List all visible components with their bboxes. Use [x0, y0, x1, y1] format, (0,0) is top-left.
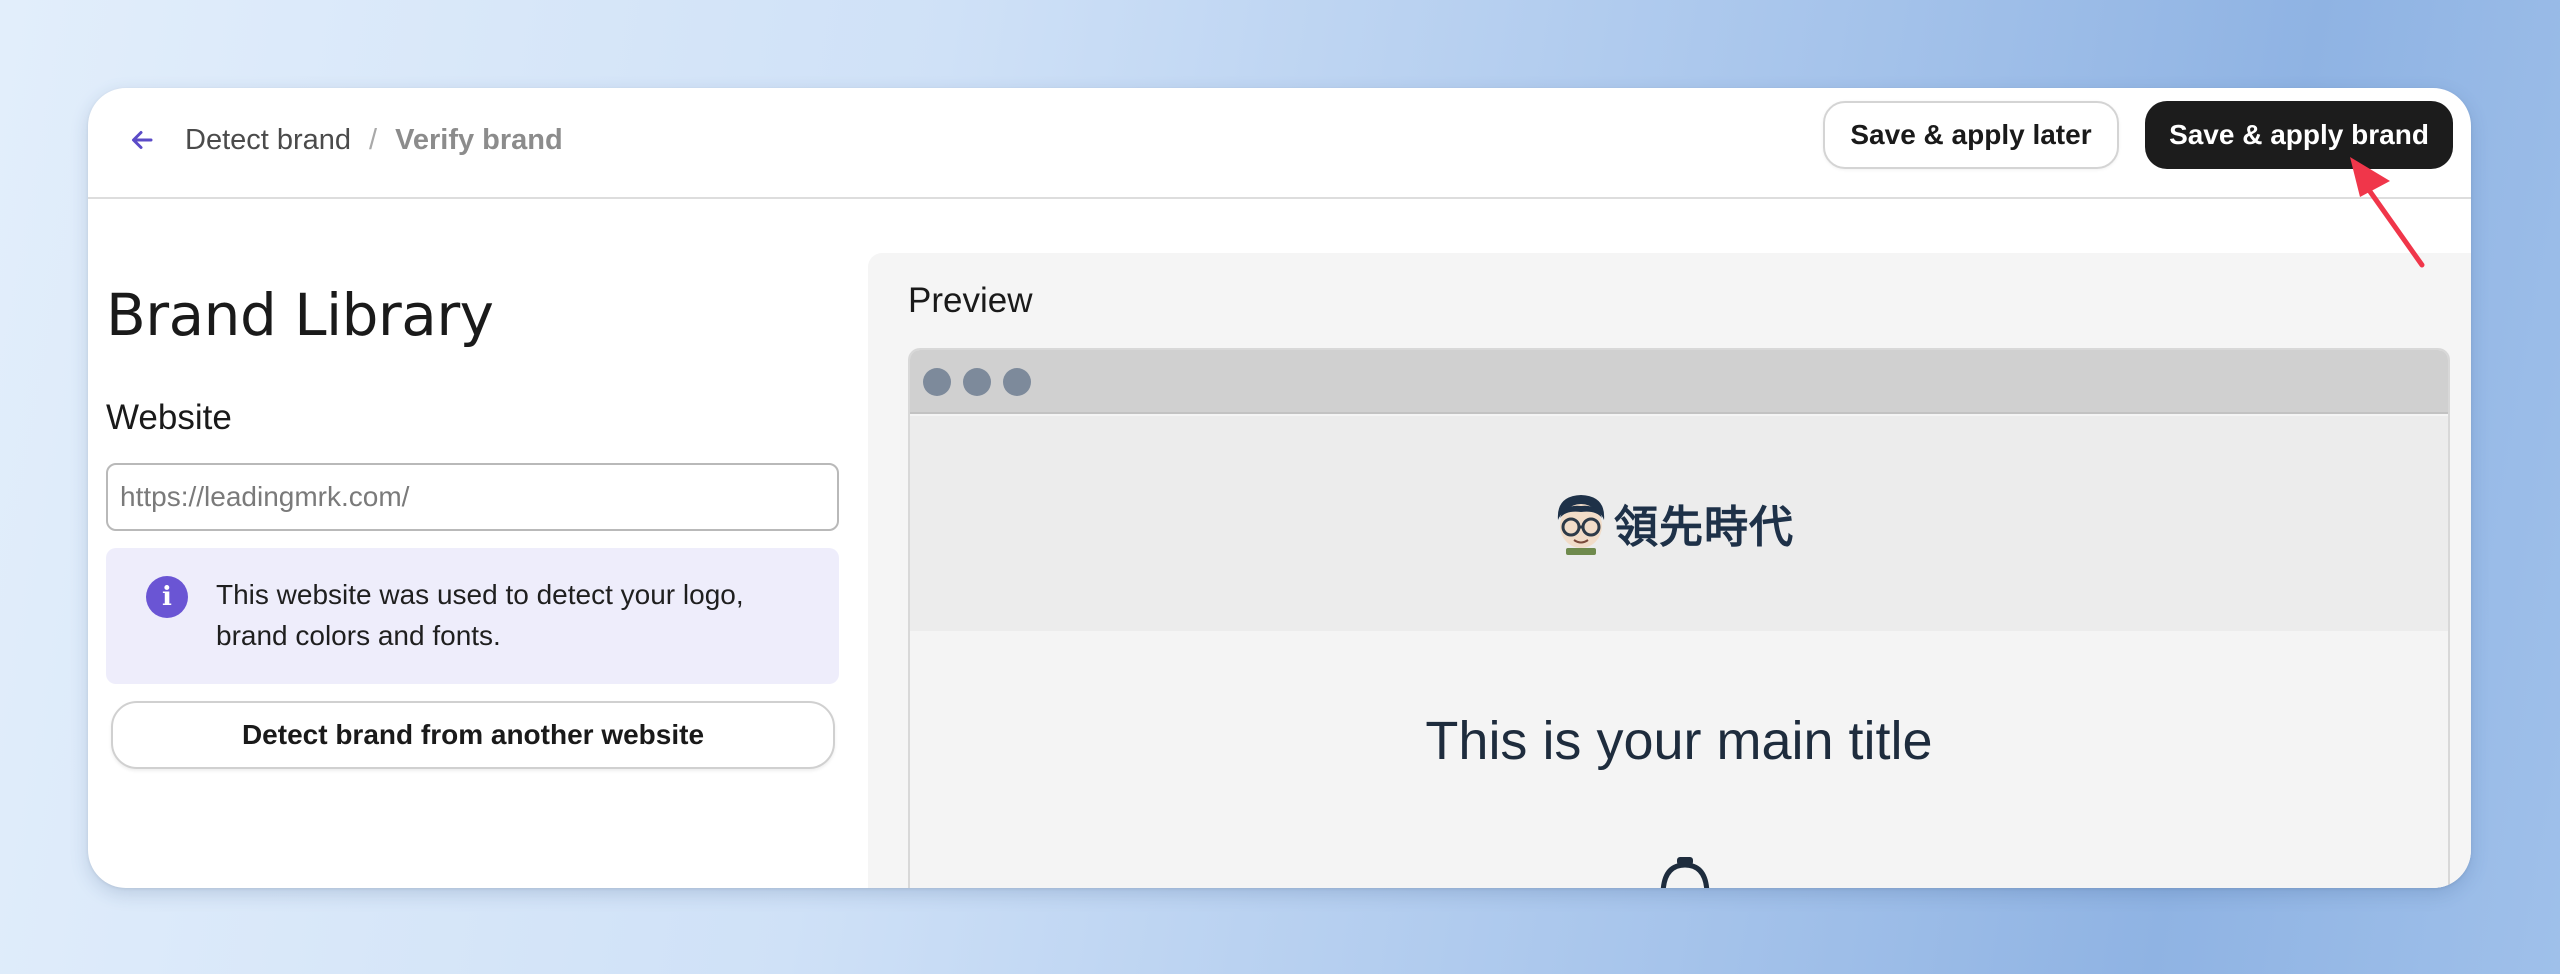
browser-mockup: 領先時代 This is your main title	[908, 348, 2450, 888]
preview-site-header: 領先時代	[910, 416, 2448, 631]
breadcrumb-detect-brand[interactable]: Detect brand	[185, 124, 351, 157]
detect-brand-button[interactable]: Detect brand from another website	[111, 701, 835, 769]
logo-text: 領先時代	[1614, 502, 1794, 553]
top-bar: Detect brand / Verify brand Save & apply…	[88, 88, 2471, 199]
save-apply-later-button[interactable]: Save & apply later	[1823, 101, 2119, 169]
website-label: Website	[106, 398, 232, 437]
partial-icon	[1660, 857, 1710, 888]
window-dot-icon	[923, 368, 951, 396]
back-button[interactable]	[122, 120, 162, 160]
window-dot-icon	[1003, 368, 1031, 396]
arrow-left-icon	[132, 131, 153, 149]
breadcrumb: Detect brand / Verify brand	[185, 118, 563, 162]
browser-bar	[910, 350, 2448, 414]
brand-editor-window: Detect brand / Verify brand Save & apply…	[88, 88, 2471, 888]
preview-panel: Preview 領先時代 This is your main title	[868, 253, 2471, 888]
window-dot-icon	[963, 368, 991, 396]
breadcrumb-separator: /	[369, 123, 378, 156]
info-icon: i	[146, 576, 188, 618]
info-text: This website was used to detect your log…	[216, 579, 744, 651]
annotation-arrow-icon	[2350, 157, 2425, 268]
page-title: Brand Library	[106, 281, 494, 349]
breadcrumb-verify-brand: Verify brand	[395, 123, 563, 156]
mascot-face-icon	[1557, 495, 1605, 555]
brand-logo: 領先時代	[1552, 490, 1794, 556]
website-input[interactable]	[106, 463, 839, 531]
info-callout: i This website was used to detect your l…	[106, 548, 839, 684]
preview-main-title: This is your main title	[1425, 711, 1933, 771]
preview-title: Preview	[908, 281, 1033, 320]
brand-settings-panel: Brand Library Website i This website was…	[88, 201, 868, 888]
